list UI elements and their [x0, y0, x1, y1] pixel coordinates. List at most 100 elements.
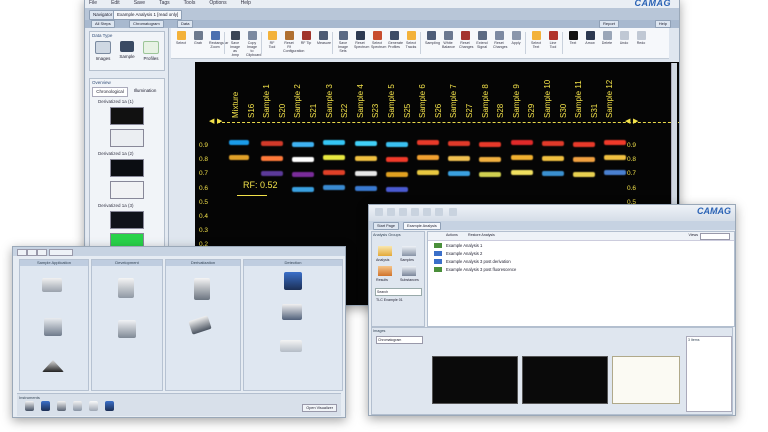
- subtab-chromatogram[interactable]: Chromatogram: [129, 20, 164, 28]
- filter-restore[interactable]: Restore Analysis: [468, 233, 495, 237]
- views-dropdown[interactable]: [700, 233, 730, 240]
- menu-tools[interactable]: Tools: [184, 0, 196, 8]
- breadcrumb[interactable]: [49, 249, 73, 256]
- ats4-instrument-icon[interactable]: [42, 278, 62, 292]
- settings-icon[interactable]: [449, 208, 457, 216]
- toolbar-button-12[interactable]: Select Spectrum: [371, 31, 386, 49]
- subtab-all-steps[interactable]: All Steps: [91, 20, 115, 28]
- toolbar-button-13[interactable]: Generate Profiles: [388, 31, 403, 49]
- chromatogram-band: [261, 156, 283, 161]
- results-group-icon[interactable]: [378, 266, 392, 276]
- toolbar-button-22[interactable]: Line Tool: [547, 31, 559, 49]
- substances-group-icon[interactable]: [402, 266, 416, 276]
- data-type-sample[interactable]: Sample: [116, 41, 138, 59]
- toolbar-button-20[interactable]: Apply: [510, 31, 522, 45]
- toolbar-button-14[interactable]: Select Tracks: [405, 31, 417, 49]
- open-visualizer-button[interactable]: Open Visualizer: [302, 404, 337, 412]
- export-icon[interactable]: [435, 208, 443, 216]
- open-icon[interactable]: [387, 208, 395, 216]
- tab-start-page[interactable]: Start Page: [373, 222, 399, 230]
- footer-device-3-icon[interactable]: [57, 401, 66, 411]
- menu-help[interactable]: Help: [241, 0, 251, 8]
- toolbar-button-21[interactable]: Select Text: [530, 31, 542, 49]
- tab-example-analysis-2[interactable]: Example Analysis: [403, 222, 441, 230]
- image-thumbnail-1[interactable]: [432, 356, 518, 404]
- analysis-row-2[interactable]: Example Analysis 2: [428, 250, 734, 257]
- forward-button[interactable]: [37, 249, 47, 256]
- toolbar-button-9[interactable]: Measure: [317, 31, 331, 45]
- menu-save[interactable]: Save: [134, 0, 145, 8]
- tab-chronological[interactable]: Chronological: [92, 87, 128, 97]
- tree-item[interactable]: TLC Example 01: [376, 298, 403, 302]
- toolbar-button-10[interactable]: Save Image Sets: [337, 31, 349, 53]
- copy-icon[interactable]: [411, 208, 419, 216]
- toolbar-button-26[interactable]: Undo: [618, 31, 630, 45]
- thumbnail-1b[interactable]: [110, 129, 144, 147]
- toolbar-button-16[interactable]: White Balance: [442, 31, 455, 49]
- footer-device-2-icon[interactable]: [41, 401, 50, 411]
- import-icon[interactable]: [423, 208, 431, 216]
- save-icon[interactable]: [399, 208, 407, 216]
- toolbar-button-18[interactable]: Extend Signal: [476, 31, 488, 49]
- toolbar-button-2[interactable]: Grab: [192, 31, 204, 45]
- toolbar-button-11[interactable]: Reset Spectrum: [354, 31, 369, 49]
- menu-tags[interactable]: Tags: [159, 0, 170, 8]
- home-button[interactable]: [17, 249, 27, 256]
- adc2-instrument-icon[interactable]: [118, 278, 134, 298]
- subtab-data[interactable]: Data: [177, 20, 194, 28]
- menu-edit[interactable]: Edit: [111, 0, 120, 8]
- footer-device-6-icon[interactable]: [105, 401, 114, 411]
- toolbar-button-1[interactable]: Select: [175, 31, 187, 45]
- footer-device-4-icon[interactable]: [73, 401, 82, 411]
- analysis-group-icon[interactable]: [378, 246, 392, 256]
- visualizer-instrument-icon[interactable]: [284, 272, 302, 290]
- chamber-instrument-icon[interactable]: [118, 320, 136, 338]
- footer-device-5-icon[interactable]: [89, 401, 98, 411]
- left-search-input[interactable]: Search: [375, 288, 422, 296]
- toolbar-button-15[interactable]: Sampling: [425, 31, 440, 45]
- data-type-images[interactable]: Images: [92, 41, 114, 61]
- linomat-instrument-icon[interactable]: [44, 318, 62, 336]
- uv-cabinet-instrument-icon[interactable]: [280, 340, 302, 352]
- back-button[interactable]: [27, 249, 37, 256]
- toolbar-button-24[interactable]: Arrow: [584, 31, 596, 45]
- toolbar-button-7[interactable]: Reset Rf Configuration: [283, 31, 304, 53]
- menu-file[interactable]: File: [89, 0, 97, 8]
- toolbar-button-5[interactable]: Copy Image to Clipboard: [246, 31, 261, 57]
- analysis-row-4[interactable]: Example Analysis 3 post fluorescence: [428, 266, 734, 273]
- sprayer-instrument-icon[interactable]: [188, 315, 212, 335]
- analysis-row-3[interactable]: Example Analysis 3 post derivation: [428, 258, 734, 265]
- scanner-instrument-icon[interactable]: [282, 304, 302, 320]
- toolbar-button-25[interactable]: Delete: [601, 31, 613, 45]
- toolbar-button-23[interactable]: Text: [567, 31, 579, 45]
- thumbnail-2b[interactable]: [110, 181, 144, 199]
- image-thumbnail-3[interactable]: [612, 356, 680, 404]
- nanomat-instrument-icon[interactable]: [42, 360, 64, 372]
- data-type-profiles[interactable]: Profiles: [140, 41, 162, 61]
- menu-options[interactable]: Options: [209, 0, 226, 8]
- derivatizer-instrument-icon[interactable]: [194, 278, 210, 300]
- filter-actions[interactable]: Actions: [446, 233, 458, 237]
- thumbnail-1[interactable]: [110, 107, 144, 125]
- toolbar-button-19[interactable]: Reset Changes: [493, 31, 507, 49]
- toolbar-button-3[interactable]: Rectangular Zoom: [209, 31, 228, 49]
- samples-group-icon[interactable]: [402, 246, 416, 256]
- chromatogram-band: [354, 141, 377, 146]
- toolbar-button-6[interactable]: RF Tool: [266, 31, 278, 49]
- thumbnail-2[interactable]: [110, 159, 144, 177]
- toolbar-button-8[interactable]: RF Tip: [300, 31, 312, 45]
- analysis-row-1[interactable]: Example Analysis 1: [428, 242, 734, 249]
- help-button[interactable]: Help: [654, 20, 671, 28]
- footer-device-1-icon[interactable]: [25, 401, 34, 411]
- images-dropdown[interactable]: Chromatogram: [376, 336, 423, 344]
- thumbnail-3[interactable]: [110, 211, 144, 229]
- tab-example-analysis[interactable]: Example Analysis 1 [read only]: [113, 10, 183, 20]
- report-button[interactable]: Report: [598, 20, 619, 28]
- toolbar-button-4[interactable]: Save Image as .bmp: [229, 31, 241, 57]
- new-icon[interactable]: [375, 208, 383, 216]
- toolbar-button-27[interactable]: Redo: [635, 31, 647, 45]
- image-thumbnail-2[interactable]: [522, 356, 608, 404]
- lane-label: S20: [277, 103, 287, 118]
- toolbar-button-17[interactable]: Reset Changes: [459, 31, 473, 49]
- tab-illumination[interactable]: Illumination: [128, 87, 162, 95]
